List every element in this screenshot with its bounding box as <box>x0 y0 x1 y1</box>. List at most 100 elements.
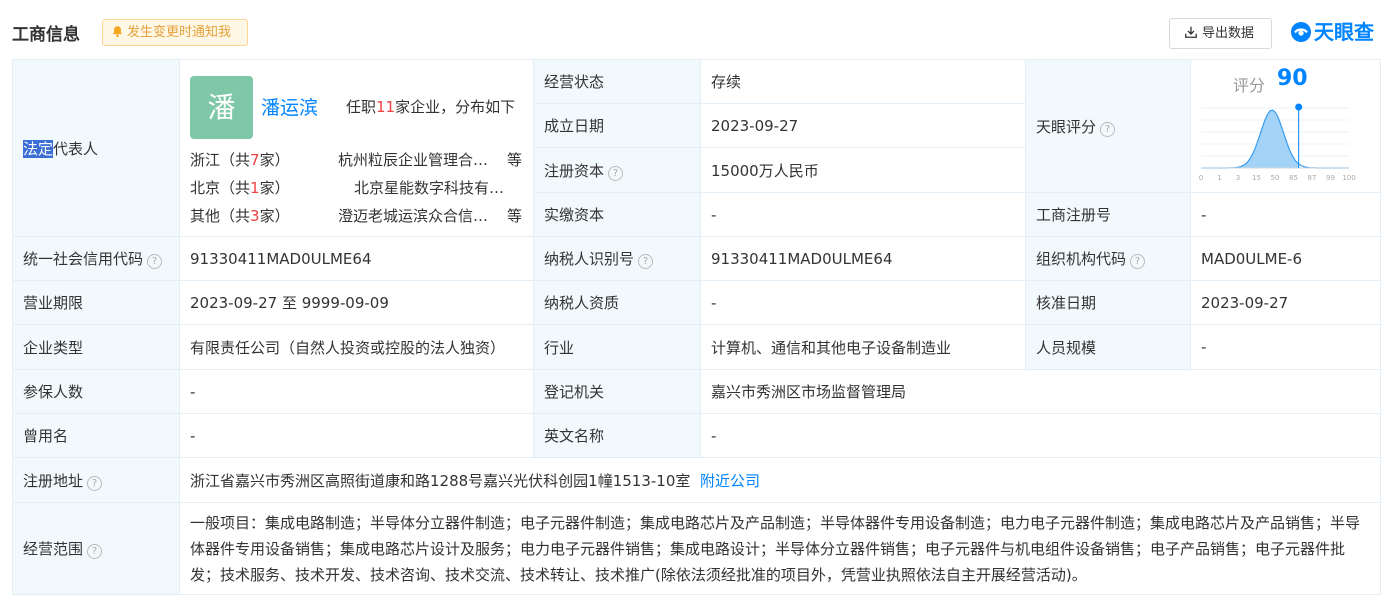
tianyancha-logo: 天眼查 <box>1289 18 1374 46</box>
province-label: 浙江（共 <box>190 151 251 169</box>
paid-capital-label: 实缴资本 <box>533 192 701 237</box>
former-name-value: - <box>179 413 534 458</box>
paid-capital-value: - <box>700 192 1026 237</box>
score-label: 评分 <box>1233 76 1266 95</box>
notify-on-change-button[interactable]: 发生变更时通知我 <box>102 19 248 46</box>
province-unit: 家） <box>259 151 290 169</box>
province-unit: 家） <box>259 179 290 197</box>
distribution-province: 浙江（共7家） <box>190 149 290 170</box>
legal-rep-name[interactable]: 潘运滨 <box>261 93 318 120</box>
address-label: 注册地址? <box>12 457 180 503</box>
term-value: 2023-09-27 至 9999-09-09 <box>179 280 534 325</box>
taxpayer-id-label: 纳税人识别号? <box>533 236 701 281</box>
jobs-prefix: 任职 <box>346 98 377 116</box>
help-icon[interactable]: ? <box>87 544 103 559</box>
founded-value: 2023-09-27 <box>700 103 1026 148</box>
taxpayer-qual-value: - <box>700 280 1026 325</box>
help-icon[interactable]: ? <box>1100 121 1116 137</box>
help-icon[interactable]: ? <box>638 254 654 269</box>
table-row: 参保人数 - 登记机关 嘉兴市秀洲区市场监督管理局 <box>12 369 1381 414</box>
avatar[interactable]: 潘 <box>190 76 253 139</box>
founded-label: 成立日期 <box>533 103 701 148</box>
score-cell: 评分 90 0 1 3 15 50 85 87 99 100 <box>1190 59 1381 193</box>
distribution-company-link[interactable]: 北京星能数字科技有限公司 <box>354 177 514 198</box>
table-row: 法定代表人 潘 潘运滨 任职11家企业，分布如下 浙江（共7家） 杭州粒辰企业管… <box>12 59 1381 237</box>
help-icon[interactable]: ? <box>147 254 163 269</box>
table-row: 统一社会信用代码? 91330411MAD0ULME64 纳税人识别号? 913… <box>12 236 1381 281</box>
distribution-company-link[interactable]: 杭州粒辰企业管理合伙企业（有限合伙） <box>338 149 498 170</box>
capital-label: 注册资本? <box>533 147 701 193</box>
taxpayer-qual-label: 纳税人资质 <box>533 280 701 325</box>
score-widget[interactable]: 评分 90 0 1 3 15 50 85 87 99 100 <box>1192 61 1380 192</box>
nearby-companies-link[interactable]: 附近公司 <box>700 472 760 490</box>
table-row: 注册地址? 浙江省嘉兴市秀洲区高照街道康和路1288号嘉兴光伏科创园1幢1513… <box>12 457 1381 503</box>
industry-value: 计算机、通信和其他电子设备制造业 <box>700 324 1026 370</box>
export-label: 导出数据 <box>1202 26 1255 41</box>
bell-icon <box>112 26 123 38</box>
score-tick-label: 85 <box>1289 174 1298 182</box>
table-row: 营业期限 2023-09-27 至 9999-09-09 纳税人资质 - 核准日… <box>12 280 1381 325</box>
authority-label: 登记机关 <box>533 369 701 414</box>
distribution-more[interactable]: 等 <box>507 205 522 226</box>
insured-label: 参保人数 <box>12 369 180 414</box>
logo-eye-icon <box>1291 22 1311 42</box>
capital-label-text: 注册资本 <box>544 161 605 180</box>
score-tick-label: 1 <box>1217 174 1221 182</box>
jobs-suffix: 家企业，分布如下 <box>395 98 516 116</box>
score-tick-label: 3 <box>1236 174 1240 182</box>
score-marker-dot <box>1295 103 1303 111</box>
address-value-cell: 浙江省嘉兴市秀洲区高照街道康和路1288号嘉兴光伏科创园1幢1513-10室 附… <box>179 457 1381 503</box>
approve-date-value: 2023-09-27 <box>1190 280 1381 325</box>
distribution-more[interactable]: 等 <box>507 149 522 170</box>
score-tick-label: 99 <box>1326 174 1335 182</box>
table-row: 经营范围? 一般项目：集成电路制造；半导体分立器件制造；电子元器件制造；集成电路… <box>12 502 1381 595</box>
approve-date-label: 核准日期 <box>1025 280 1191 325</box>
province-count: 7 <box>250 151 260 169</box>
help-icon[interactable]: ? <box>608 165 624 181</box>
table-row: 曾用名 - 英文名称 - <box>12 413 1381 458</box>
business-scope-value: 一般项目：集成电路制造；半导体分立器件制造；电子元器件制造；集成电路芯片及产品制… <box>179 502 1381 595</box>
legal-rep-label: 法定代表人 <box>12 59 180 237</box>
taxpayer-id-value: 91330411MAD0ULME64 <box>700 236 1026 281</box>
province-unit: 家） <box>259 207 290 225</box>
english-name-label: 英文名称 <box>533 413 701 458</box>
distribution-company-link[interactable]: 澄迈老城运滨众合信息咨询中心 <box>338 205 498 226</box>
logo-text: 天眼查 <box>1314 20 1374 44</box>
table-row: 企业类型 有限责任公司（自然人投资或控股的法人独资） 行业 计算机、通信和其他电… <box>12 324 1381 370</box>
province-label: 其他（共 <box>190 207 251 225</box>
tianyan-score-label: 天眼评分? <box>1025 59 1191 193</box>
export-data-button[interactable]: 导出数据 <box>1169 18 1272 49</box>
jobs-count: 11 <box>376 98 396 116</box>
help-icon[interactable]: ? <box>1130 254 1146 269</box>
insured-value: - <box>179 369 534 414</box>
legal-rep-cell: 潘 潘运滨 任职11家企业，分布如下 浙江（共7家） 杭州粒辰企业管理合伙企业（… <box>179 59 534 237</box>
capital-value: 15000万人民币 <box>700 147 1026 193</box>
legal-rep-label-highlight: 法定 <box>23 139 54 158</box>
province-count: 1 <box>250 179 260 197</box>
distribution-province: 其他（共3家） <box>190 205 290 226</box>
credit-code-label: 统一社会信用代码? <box>12 236 180 281</box>
address-label-text: 注册地址 <box>23 471 84 490</box>
legal-rep-label-rest: 代表人 <box>53 139 99 158</box>
org-code-label-text: 组织机构代码 <box>1036 250 1127 268</box>
org-code-value: MAD0ULME-6 <box>1190 236 1381 281</box>
section-title: 工商信息 <box>12 25 80 45</box>
status-label: 经营状态 <box>533 59 701 104</box>
help-icon[interactable]: ? <box>87 475 103 491</box>
legal-rep-jobs: 任职11家企业，分布如下 <box>346 96 515 117</box>
term-label: 营业期限 <box>12 280 180 325</box>
score-tick-label: 87 <box>1308 174 1317 182</box>
province-count: 3 <box>250 207 260 225</box>
company-type-label: 企业类型 <box>12 324 180 370</box>
credit-code-label-text: 统一社会信用代码 <box>23 250 144 268</box>
org-code-label: 组织机构代码? <box>1025 236 1191 281</box>
province-label: 北京（共 <box>190 179 251 197</box>
status-value: 存续 <box>700 59 1026 104</box>
legal-rep-block: 潘 潘运滨 任职11家企业，分布如下 浙江（共7家） 杭州粒辰企业管理合伙企业（… <box>190 61 523 236</box>
download-icon <box>1185 26 1197 38</box>
english-name-value: - <box>700 413 1381 458</box>
notify-label: 发生变更时通知我 <box>127 25 232 40</box>
address-value: 浙江省嘉兴市秀洲区高照街道康和路1288号嘉兴光伏科创园1幢1513-10室 <box>190 471 691 490</box>
score-tick-label: 50 <box>1271 174 1280 182</box>
taxpayer-id-label-text: 纳税人识别号 <box>544 250 635 268</box>
